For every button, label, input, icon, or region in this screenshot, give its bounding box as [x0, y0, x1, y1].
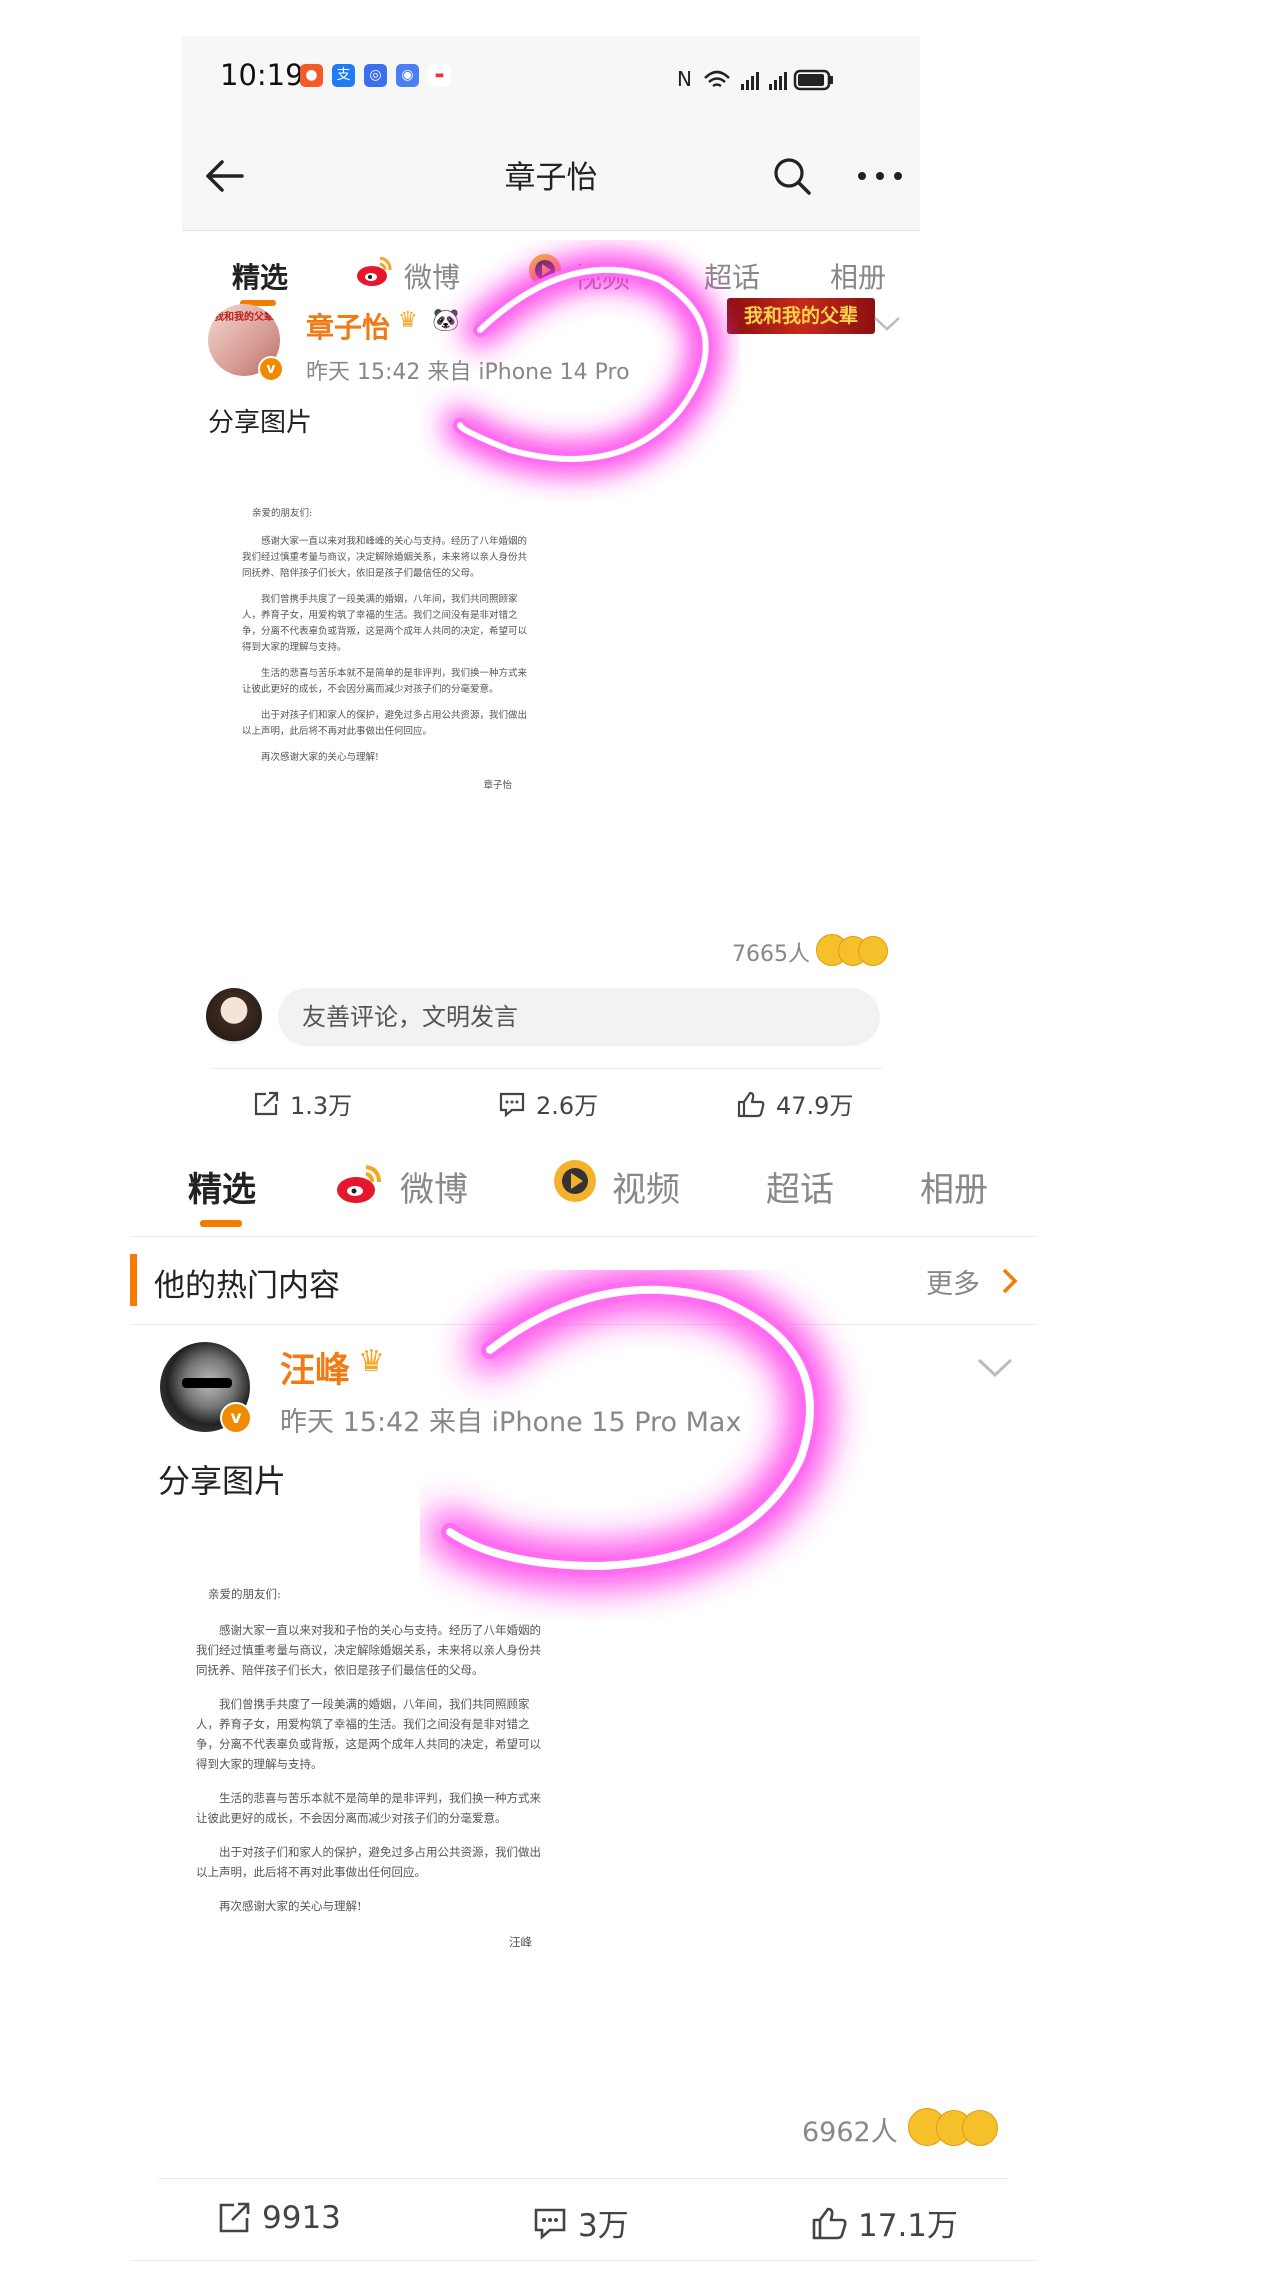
section-title: 他的热门内容 [154, 1268, 340, 1304]
divider [212, 1068, 882, 1069]
like-button[interactable]: 47.9万 [736, 1086, 853, 1121]
like-count: 17.1万 [858, 2208, 959, 2244]
reaction-count: 7665人 [732, 942, 810, 967]
comment-count: 3万 [578, 2208, 629, 2244]
letter-greeting: 亲爱的朋友们: [252, 508, 313, 519]
comment-button[interactable]: 3万 [532, 2200, 629, 2245]
chevron-down-icon[interactable] [976, 1356, 1014, 1380]
repost-count: 9913 [262, 2200, 341, 2236]
letter-paragraph: 生活的悲喜与苦乐本就不是简单的是非评判，我们换一种方式来让彼此更好的成长，不会因… [196, 1791, 541, 1825]
divider [130, 2260, 1036, 2261]
letter-paragraph: 再次感谢大家的关心与理解! [261, 752, 379, 763]
tab-active-indicator [200, 1220, 242, 1227]
letter-paragraph: 我们曾携手共度了一段美满的婚姻，八年间，我们共同照顾家人，养育子女，用爱构筑了幸… [196, 1697, 541, 1771]
signal-battery-icons: N [677, 67, 833, 91]
laughing-emoji-icon [858, 936, 888, 966]
repost-button[interactable]: 1.3万 [252, 1086, 352, 1121]
first-screenshot: 10:19 ● 支 ◎ ◉ ▬ N 章子怡 精选 微博 视频 超话 相册 我和我… [182, 36, 920, 1128]
search-icon[interactable] [772, 156, 812, 196]
letter-paragraph: 感谢大家一直以来对我和子怡的关心与支持。经历了八年婚姻的我们经过慎重考量与商议，… [196, 1623, 541, 1677]
svg-text:N: N [677, 67, 692, 91]
chevron-right-icon[interactable] [1000, 1266, 1020, 1296]
repost-icon [254, 1091, 279, 1115]
status-bar: 10:19 ● 支 ◎ ◉ ▬ N [182, 36, 920, 122]
section-accent-bar [130, 1254, 137, 1306]
divider [158, 2178, 1008, 2179]
tab-video[interactable]: 视频 [574, 256, 630, 296]
like-icon [812, 2207, 847, 2239]
like-button[interactable]: 17.1万 [810, 2200, 958, 2245]
video-icon [529, 254, 561, 286]
verified-badge-icon: v [258, 356, 284, 382]
letter-signature: 汪峰 [509, 1935, 532, 1949]
post-meta: 昨天 15:42 来自 iPhone 14 Pro [306, 360, 630, 385]
profile-tabs: 精选 微博 视频 超话 相册 [130, 1138, 1036, 1237]
tab-super-topic[interactable]: 超话 [704, 256, 760, 296]
weibo-icon [337, 1165, 381, 1203]
like-icon [737, 1091, 765, 1117]
repost-button[interactable]: 9913 [216, 2200, 341, 2236]
app-notification-icon: ▬ [428, 64, 451, 87]
letter-paragraph: 再次感谢大家的关心与理解! [219, 1899, 362, 1913]
letter-greeting: 亲爱的朋友们: [208, 1587, 281, 1601]
my-avatar [206, 988, 262, 1044]
letter-paragraph: 生活的悲喜与苦乐本就不是简单的是非评判，我们换一种方式来让彼此更好的成长，不会因… [242, 668, 528, 695]
hot-content-header: 他的热门内容 更多 [130, 1236, 1036, 1325]
letter-paragraph: 出于对孩子们和家人的保护，避免过多占用公共资源，我们做出以上声明，此后将不再对此… [242, 710, 528, 737]
letter-paragraph: 我们曾携手共度了一段美满的婚姻，八年间，我们共同照顾家人，养育子女，用爱构筑了幸… [242, 594, 528, 653]
reaction-count: 6962人 [802, 2117, 898, 2148]
statement-image[interactable]: 亲爱的朋友们: 感谢大家一直以来对我和峰峰的关心与支持。经历了八年婚姻的我们经过… [242, 506, 532, 896]
alipay-icon: 支 [332, 64, 355, 87]
app-notification-icon: ◎ [364, 64, 387, 87]
browser-icon: ◉ [396, 64, 419, 87]
post-username[interactable]: 章子怡 [306, 306, 390, 346]
tab-weibo[interactable]: 微博 [400, 1162, 468, 1211]
letter-paragraph: 感谢大家一直以来对我和峰峰的关心与支持。经历了八年婚姻的我们经过慎重考量与商议，… [242, 536, 528, 579]
comment-icon [499, 1092, 525, 1117]
statement-image[interactable]: 亲爱的朋友们: 感谢大家一直以来对我和子怡的关心与支持。经历了八年婚姻的我们经过… [196, 1584, 542, 2044]
repost-icon [219, 2202, 250, 2233]
post-meta: 昨天 15:42 来自 iPhone 15 Pro Max [280, 1407, 742, 1438]
tab-featured[interactable]: 精选 [188, 1162, 256, 1211]
sunglasses-shape [182, 1378, 232, 1388]
nav-bar: 章子怡 [182, 122, 920, 231]
verified-badge-icon: v [220, 1402, 252, 1434]
comment-input[interactable]: 友善评论，文明发言 [278, 988, 880, 1046]
badge-banner: 我和我的父辈 [727, 298, 875, 334]
letter-paragraph: 出于对孩子们和家人的保护，避免过多占用公共资源，我们做出以上声明，此后将不再对此… [196, 1845, 541, 1879]
like-count: 47.9万 [776, 1092, 854, 1120]
post-text: 分享图片 [208, 408, 313, 438]
more-icon[interactable] [857, 170, 903, 182]
avatar-frame-text: 我和我的父辈 [214, 312, 274, 323]
comment-count: 2.6万 [536, 1092, 599, 1120]
post-username[interactable]: 汪峰 [280, 1342, 350, 1393]
app-notification-icon: ● [300, 64, 323, 87]
second-screenshot: 精选 微博 视频 超话 相册 他的热门内容 更多 v 汪峰 ♛ 昨天 15:42… [130, 1138, 1036, 2264]
tab-featured[interactable]: 精选 [232, 256, 288, 296]
status-time: 10:19 [220, 58, 304, 92]
repost-count: 1.3万 [290, 1092, 353, 1120]
tab-album[interactable]: 相册 [920, 1162, 988, 1211]
tab-weibo[interactable]: 微博 [404, 256, 460, 296]
tab-album[interactable]: 相册 [830, 256, 886, 296]
more-link[interactable]: 更多 [926, 1262, 980, 1301]
letter-signature: 章子怡 [483, 780, 512, 791]
panda-icon: 🐼 [432, 308, 460, 333]
vip-medal-icon: ♛ [358, 1344, 385, 1379]
vip-crown-icon: ♛ [398, 308, 418, 333]
comment-button[interactable]: 2.6万 [498, 1086, 598, 1121]
tab-video[interactable]: 视频 [612, 1162, 680, 1211]
comment-icon [534, 2208, 566, 2240]
video-icon [554, 1160, 596, 1202]
laughing-emoji-icon [962, 2110, 998, 2146]
tab-super-topic[interactable]: 超话 [766, 1162, 834, 1211]
weibo-icon [357, 256, 392, 286]
post-text: 分享图片 [158, 1462, 287, 1500]
chevron-down-icon[interactable] [872, 314, 902, 334]
